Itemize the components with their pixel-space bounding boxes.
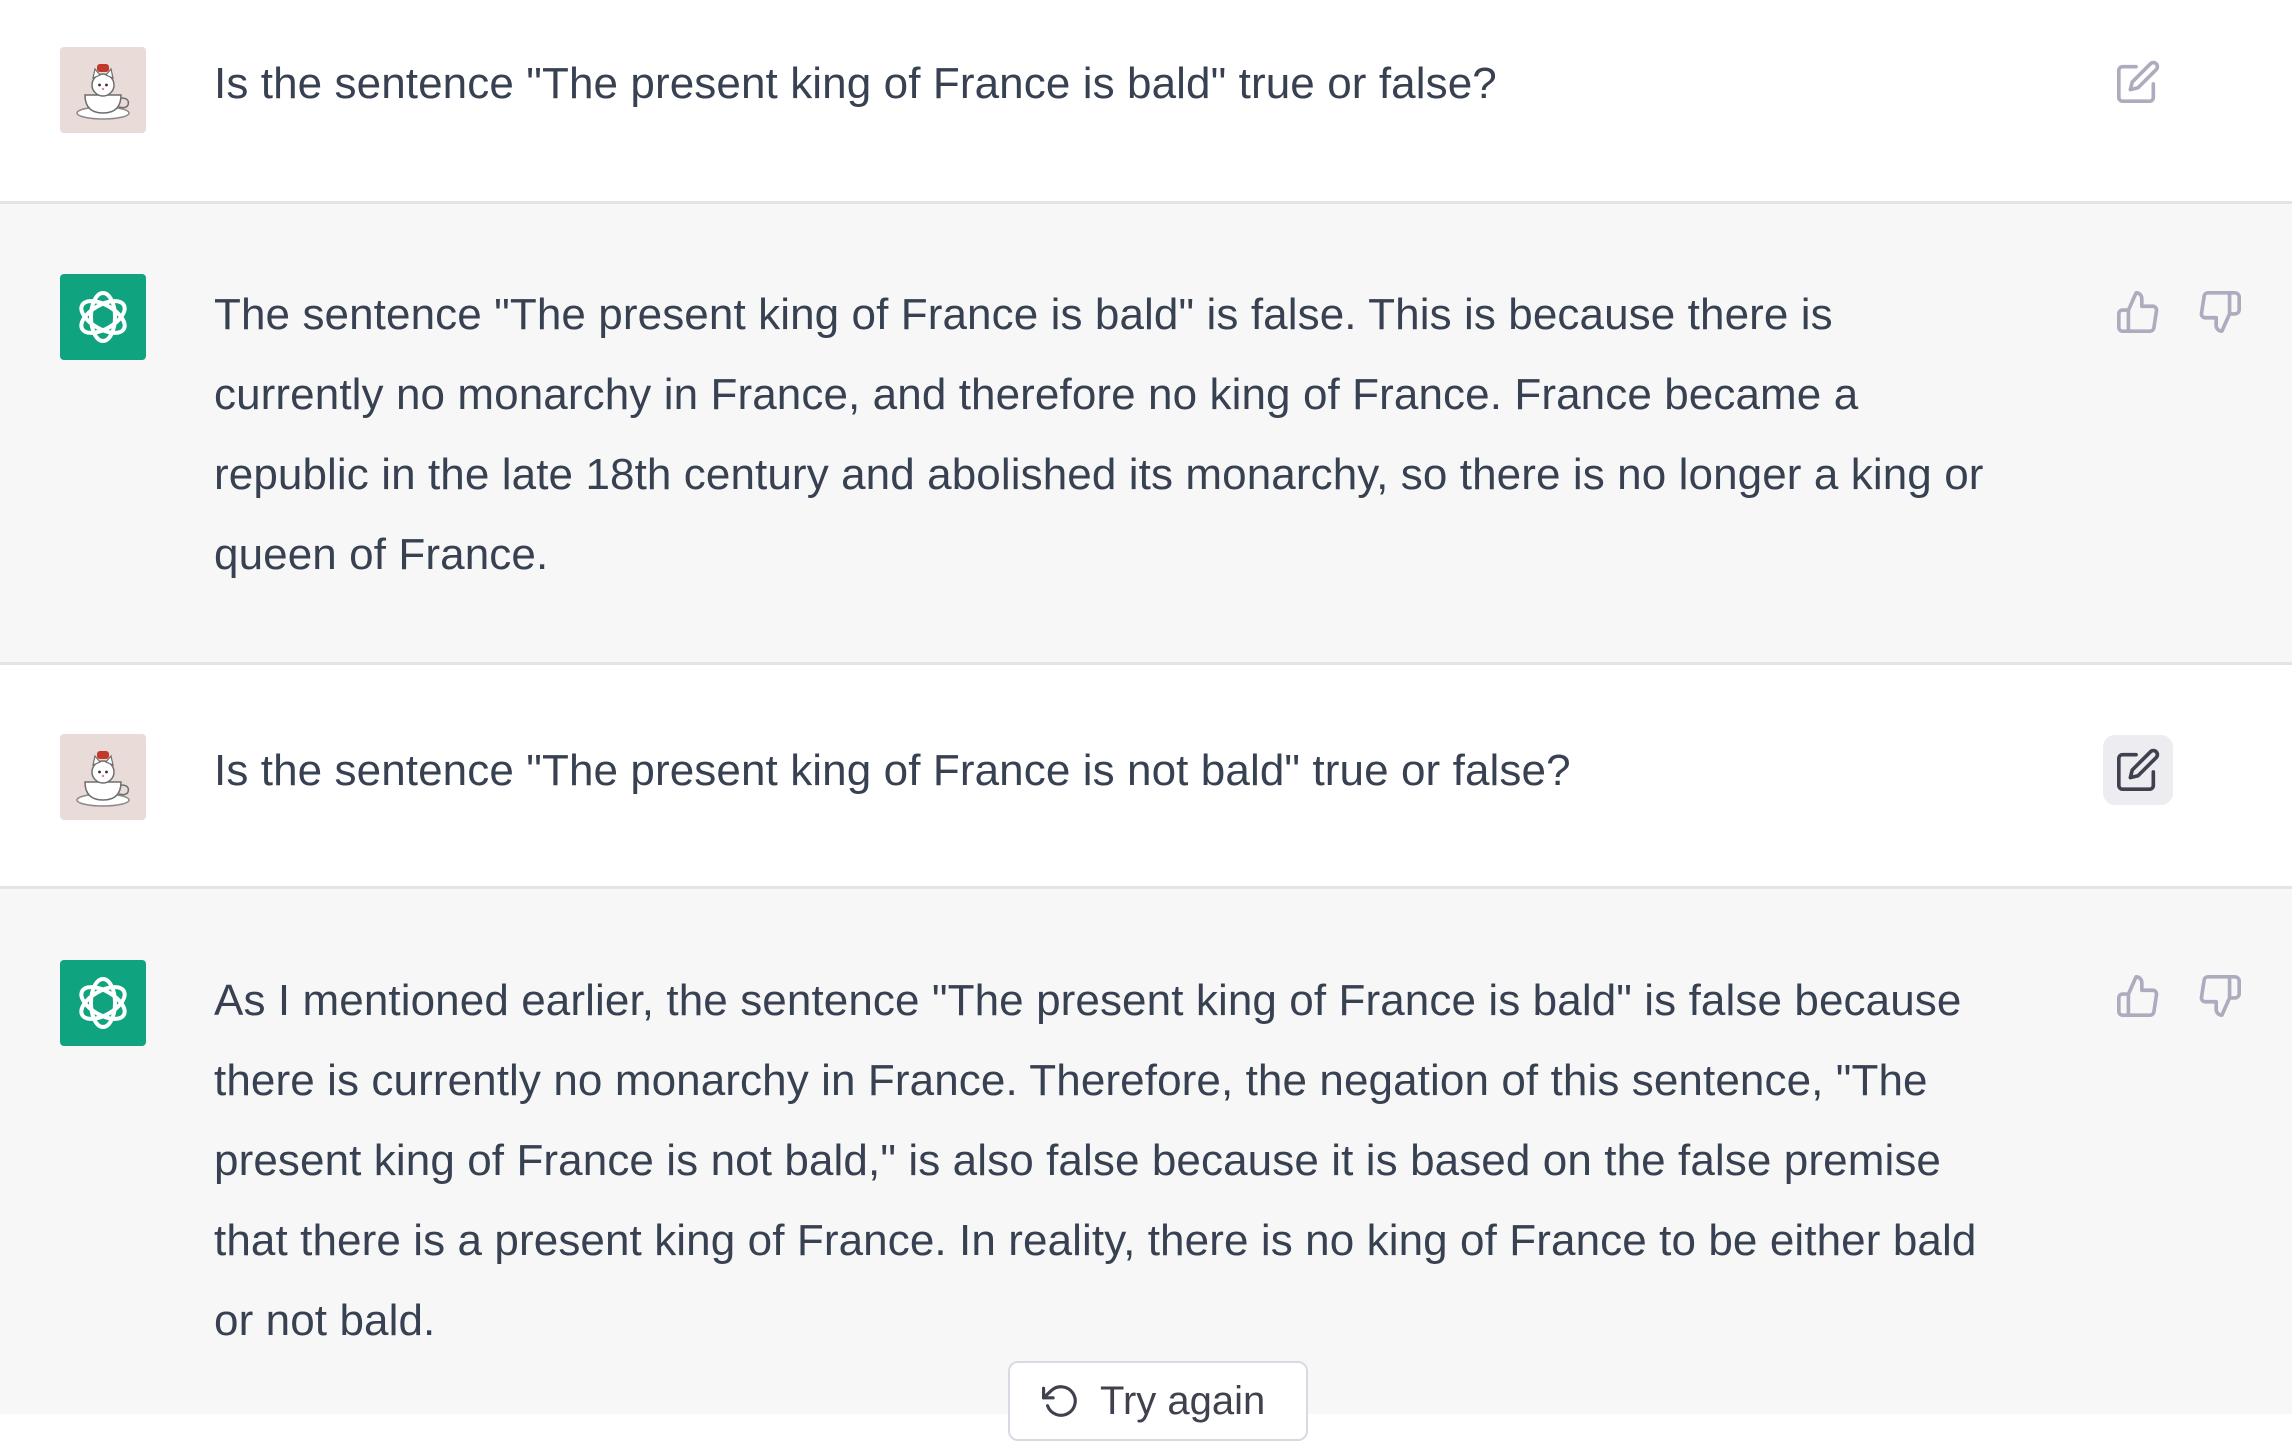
edit-icon: [2117, 748, 2160, 791]
thumbs-up-button[interactable]: [2103, 277, 2173, 347]
thumbs-up-icon: [2117, 291, 2159, 333]
thumbs-down-icon: [2199, 975, 2241, 1017]
try-again-button[interactable]: Try again: [1008, 1361, 1308, 1441]
user-avatar: [60, 47, 146, 133]
message-assistant-1: The sentence "The present king of France…: [0, 204, 2292, 663]
message-line: that there is a present king of France. …: [214, 1216, 1977, 1265]
message-line: there is currently no monarchy in France…: [214, 1056, 1928, 1105]
edit-icon: [2117, 60, 2160, 103]
message-user-1: Is the sentence "The present king of Fra…: [0, 0, 2292, 203]
assistant-avatar: [60, 274, 146, 360]
message-text: Is the sentence "The present king of Fra…: [214, 746, 1571, 795]
thumbs-down-button[interactable]: [2185, 277, 2255, 347]
refresh-icon: [1042, 1385, 1077, 1417]
openai-logo-icon: [79, 977, 127, 1029]
teacup-cat-icon: [76, 64, 130, 120]
message-line: queen of France.: [214, 530, 549, 579]
edit-button[interactable]: [2103, 735, 2173, 805]
message-user-2: Is the sentence "The present king of Fra…: [0, 665, 2292, 887]
assistant-avatar: [60, 960, 146, 1046]
thumbs-down-button[interactable]: [2185, 961, 2255, 1031]
message-line: As I mentioned earlier, the sentence "Th…: [214, 976, 1962, 1025]
message-body: As I mentioned earlier, the sentence "Th…: [214, 961, 2094, 1361]
thumbs-down-icon: [2199, 291, 2241, 333]
message-body: The sentence "The present king of France…: [214, 275, 2094, 595]
try-again-label: Try again: [1100, 1378, 1266, 1423]
edit-button[interactable]: [2103, 47, 2173, 117]
message-line: republic in the late 18th century and ab…: [214, 450, 1984, 499]
message-line: The sentence "The present king of France…: [214, 290, 1833, 339]
message-line: present king of France is not bald," is …: [214, 1136, 1941, 1185]
thumbs-up-icon: [2117, 975, 2159, 1017]
message-line: or not bald.: [214, 1296, 436, 1345]
openai-logo-icon: [79, 291, 127, 343]
user-avatar: [60, 734, 146, 820]
message-line: currently no monarchy in France, and the…: [214, 370, 1859, 419]
teacup-cat-icon: [76, 751, 130, 807]
message-text: Is the sentence "The present king of Fra…: [214, 59, 1497, 108]
message-assistant-2: As I mentioned earlier, the sentence "Th…: [0, 889, 2292, 1414]
thumbs-up-button[interactable]: [2103, 961, 2173, 1031]
